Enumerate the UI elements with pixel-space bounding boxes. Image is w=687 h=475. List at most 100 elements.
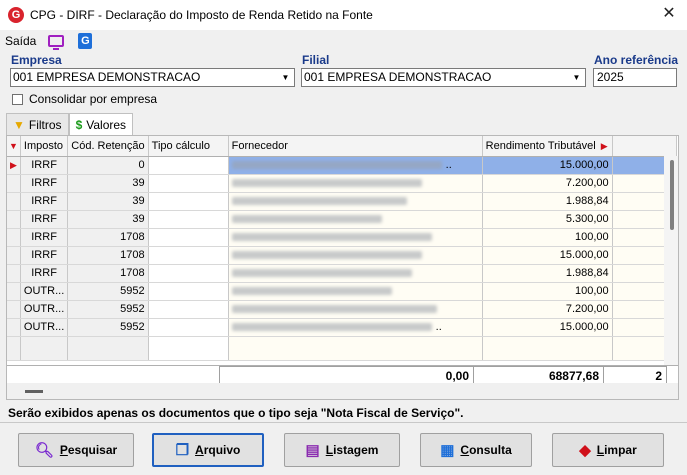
g-logo-icon[interactable]: G [78, 33, 93, 49]
cell-cod-retencao[interactable]: 39 [67, 174, 149, 193]
cell-imposto[interactable]: OUTR... [20, 300, 69, 319]
limpar-button[interactable]: ◆ Limpar [552, 433, 664, 467]
cell-imposto[interactable]: IRRF [20, 210, 69, 229]
row-indicator[interactable] [7, 210, 21, 229]
header-imposto[interactable]: Imposto [20, 136, 69, 157]
cell-tipo-calculo[interactable] [148, 318, 229, 337]
row-indicator[interactable] [7, 318, 21, 337]
horizontal-scrollbar[interactable] [7, 383, 678, 399]
filial-select[interactable]: 001 EMPRESA DEMONSTRACAO ▼ [301, 68, 586, 87]
header-cod-retencao[interactable]: Cód. Retenção [67, 136, 149, 157]
close-icon[interactable]: ✕ [661, 6, 677, 22]
cell-cod-retencao[interactable]: 39 [67, 192, 149, 211]
cell-tipo-calculo[interactable] [148, 300, 229, 319]
cell-tipo-calculo[interactable] [148, 192, 229, 211]
cell-fornecedor[interactable] [228, 174, 483, 193]
cell-fornecedor[interactable] [228, 300, 483, 319]
header-rendimento[interactable]: Rendimento Tributável ▶ [482, 136, 613, 157]
menu-saida[interactable]: Saída [5, 34, 36, 48]
tab-valores[interactable]: $ Valores [68, 113, 134, 136]
cell-rendimento[interactable]: 15.000,00 [482, 246, 613, 265]
cell-cod-retencao[interactable]: 5952 [67, 300, 149, 319]
hscroll-thumb[interactable] [25, 390, 43, 393]
table-row[interactable]: OUTR... 5952 7.200,00 [7, 300, 677, 319]
cell-tipo-calculo[interactable] [148, 282, 229, 301]
cell-tipo-calculo[interactable] [148, 246, 229, 265]
chevron-down-icon[interactable]: ▼ [278, 70, 293, 85]
cell-imposto[interactable]: IRRF [20, 192, 69, 211]
filial-label: Filial [302, 53, 330, 67]
cell-cod-retencao[interactable]: 39 [67, 210, 149, 229]
search-icon: 🔍︎ [34, 442, 54, 459]
consolidar-row[interactable]: Consolidar por empresa [12, 92, 157, 106]
cell-cod-retencao[interactable]: 0 [67, 156, 149, 175]
cell-rendimento[interactable]: 100,00 [482, 282, 613, 301]
cell-tipo-calculo[interactable] [148, 156, 229, 175]
cell-rendimento[interactable]: 1.988,84 [482, 192, 613, 211]
table-row[interactable]: IRRF 39 1.988,84 [7, 192, 677, 211]
table-row[interactable]: IRRF 1708 15.000,00 [7, 246, 677, 265]
cell-imposto[interactable]: IRRF [20, 228, 69, 247]
cell-rendimento[interactable]: 5.300,00 [482, 210, 613, 229]
header-tipo-calculo[interactable]: Tipo cálculo [148, 136, 229, 157]
ano-input[interactable]: 2025 [593, 68, 677, 87]
cell-tipo-calculo[interactable] [148, 264, 229, 283]
cell-rendimento[interactable]: 100,00 [482, 228, 613, 247]
cell-cod-retencao[interactable]: 1708 [67, 246, 149, 265]
row-indicator[interactable] [7, 264, 21, 283]
arquivo-button[interactable]: ❐ Arquivo [152, 433, 264, 467]
cell-cod-retencao[interactable]: 5952 [67, 282, 149, 301]
row-indicator[interactable] [7, 282, 21, 301]
cell-tipo-calculo[interactable] [148, 174, 229, 193]
cell-imposto[interactable]: OUTR... [20, 318, 69, 337]
monitor-icon[interactable] [48, 35, 65, 50]
table-row[interactable]: IRRF 1708 1.988,84 [7, 264, 677, 283]
table-row[interactable]: IRRF 39 5.300,00 [7, 210, 677, 229]
cell-tipo-calculo[interactable] [148, 228, 229, 247]
cell-fornecedor[interactable] [228, 282, 483, 301]
consulta-button[interactable]: ▦ Consulta [420, 433, 532, 467]
vscroll-thumb[interactable] [670, 160, 674, 230]
cell-rendimento[interactable]: 15.000,00 [482, 156, 613, 175]
listagem-button[interactable]: ▤ Listagem [284, 433, 400, 467]
cell-fornecedor[interactable] [228, 192, 483, 211]
vertical-scrollbar[interactable] [664, 156, 678, 365]
row-indicator[interactable] [7, 300, 21, 319]
table-row[interactable]: OUTR... 5952.. 15.000,00 [7, 318, 677, 337]
pesquisar-button[interactable]: 🔍︎ Pesquisar [18, 433, 134, 467]
table-row[interactable]: IRRF 39 7.200,00 [7, 174, 677, 193]
row-indicator[interactable]: ▶ [7, 156, 21, 175]
row-indicator[interactable] [7, 246, 21, 265]
cell-rendimento[interactable]: 1.988,84 [482, 264, 613, 283]
cell-fornecedor[interactable] [228, 228, 483, 247]
header-fornecedor[interactable]: Fornecedor [228, 136, 483, 157]
cell-rendimento[interactable]: 7.200,00 [482, 300, 613, 319]
cell-tipo-calculo[interactable] [148, 210, 229, 229]
cell-fornecedor[interactable]: .. [228, 318, 483, 337]
cell-rendimento[interactable]: 15.000,00 [482, 318, 613, 337]
cell-imposto[interactable]: OUTR... [20, 282, 69, 301]
cell-rendimento[interactable]: 7.200,00 [482, 174, 613, 193]
table-row[interactable]: IRRF 1708 100,00 [7, 228, 677, 247]
chevron-down-icon[interactable]: ▼ [569, 70, 584, 85]
empresa-select[interactable]: 001 EMPRESA DEMONSTRACAO ▼ [10, 68, 295, 87]
cell-fornecedor[interactable] [228, 264, 483, 283]
cell-fornecedor[interactable] [228, 246, 483, 265]
cell-imposto[interactable]: IRRF [20, 174, 69, 193]
cell-imposto[interactable]: IRRF [20, 246, 69, 265]
tab-filtros[interactable]: ▼ Filtros [6, 113, 69, 135]
cell-fornecedor[interactable]: .. [228, 156, 483, 175]
cell-fornecedor[interactable] [228, 210, 483, 229]
row-indicator[interactable] [7, 192, 21, 211]
cell-cod-retencao[interactable]: 5952 [67, 318, 149, 337]
table-row[interactable]: ▶ IRRF 0.. 15.000,00 [7, 156, 677, 175]
cell-imposto[interactable]: IRRF [20, 156, 69, 175]
cell-imposto[interactable]: IRRF [20, 264, 69, 283]
cell-cod-retencao[interactable]: 1708 [67, 228, 149, 247]
cell-cod-retencao[interactable]: 1708 [67, 264, 149, 283]
table-row[interactable]: OUTR... 5952 100,00 [7, 282, 677, 301]
valores-grid[interactable]: ▼ Imposto Cód. Retenção Tipo cálculo For… [6, 135, 679, 400]
row-indicator[interactable] [7, 228, 21, 247]
consolidar-checkbox[interactable] [12, 93, 23, 105]
row-indicator[interactable] [7, 174, 21, 193]
